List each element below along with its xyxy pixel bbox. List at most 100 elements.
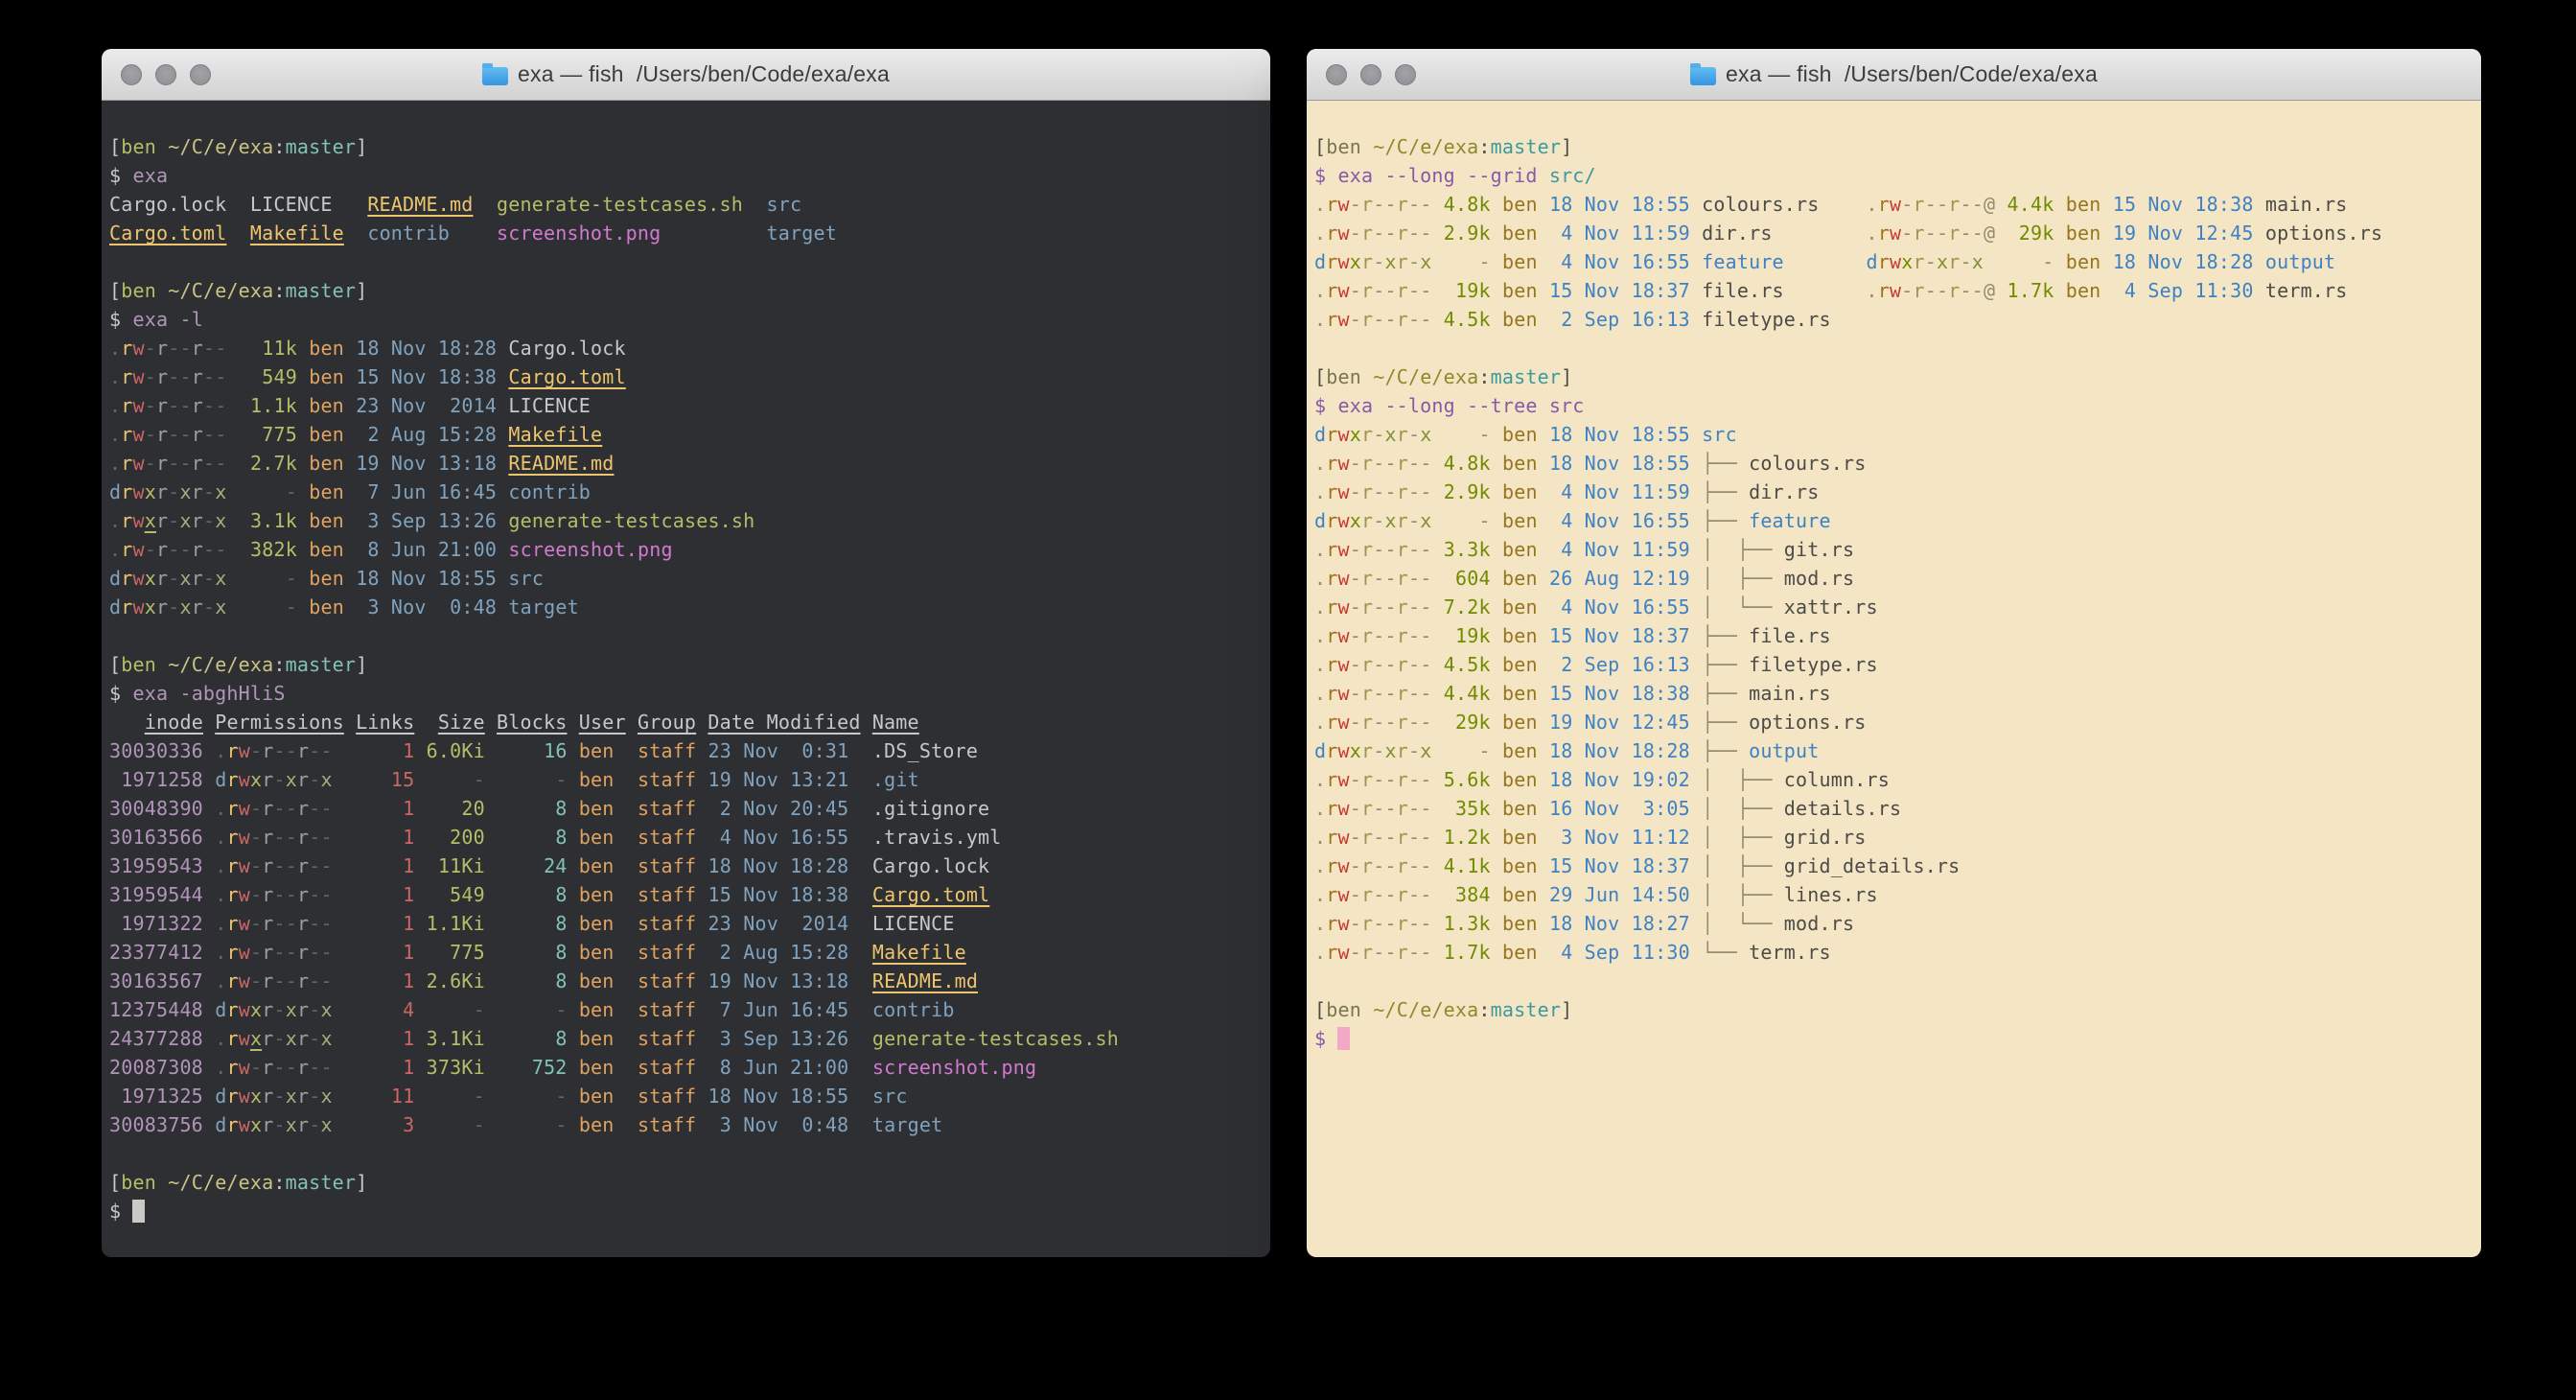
permission-char: .: [1314, 222, 1326, 245]
text-segment: target: [508, 595, 578, 618]
permission-char: -: [273, 1085, 285, 1108]
text-segment: [414, 1027, 426, 1050]
text-segment: ben: [309, 423, 344, 446]
text-segment: staff: [638, 1056, 696, 1079]
text-segment: [696, 941, 708, 964]
text-segment: └──: [1702, 941, 1749, 964]
permission-char: r: [1361, 222, 1373, 245]
permission-char: x: [1385, 423, 1397, 446]
permission-char: r: [262, 998, 273, 1021]
permission-char: -: [1937, 193, 1948, 216]
permission-char: -: [1350, 222, 1361, 245]
text-segment: [696, 854, 708, 877]
text-segment: ben: [579, 797, 615, 820]
permission-char: r: [1914, 193, 1925, 216]
terminal-screen[interactable]: [ben ~/C/e/exa:master]$ exaCargo.lock LI…: [102, 101, 1270, 1225]
terminal-line: 1971258 drwxr-xr-x 15 - - ben staff 19 N…: [109, 765, 1263, 794]
text-segment: ben: [121, 1171, 156, 1194]
text-segment: ben: [579, 1027, 615, 1050]
text-segment: [414, 1085, 473, 1108]
terminal-line: 1971322 .rw-r--r-- 1 1.1Ki 8 ben staff 2…: [109, 909, 1263, 938]
permission-char: .: [215, 854, 226, 877]
permission-char: -: [309, 1056, 320, 1079]
permission-char: -: [1373, 682, 1384, 705]
permission-char: -: [1420, 480, 1431, 503]
permission-char: x: [145, 480, 156, 503]
permission-char: .: [1314, 768, 1326, 791]
text-segment: 2 Sep 16:13: [1549, 308, 1690, 331]
permission-char: -: [1350, 653, 1361, 676]
permission-char: r: [297, 826, 309, 849]
permission-char: .: [215, 1056, 226, 1079]
permission-char: r: [1397, 567, 1408, 590]
permission-char: -: [1385, 279, 1397, 302]
text-segment: [1432, 653, 1444, 676]
text-segment: 1.2k: [1444, 826, 1491, 849]
text-segment: 18 Nov 18:55: [1549, 423, 1690, 446]
text-segment: ben: [1502, 653, 1538, 676]
permission-char: r: [1326, 222, 1337, 245]
text-segment: ]: [356, 279, 367, 302]
zoom-button[interactable]: [190, 64, 211, 85]
permission-char: d: [1314, 739, 1326, 762]
minimize-button[interactable]: [155, 64, 176, 85]
permission-char: .: [215, 912, 226, 935]
text-segment: [333, 1113, 403, 1136]
text-segment: [568, 1085, 579, 1108]
text-segment: [1690, 250, 1702, 273]
text-segment: term.rs: [1749, 941, 1831, 964]
terminal-screen[interactable]: [ben ~/C/e/exa:master]$ exa --long --gri…: [1307, 101, 2481, 1053]
permission-char: w: [1338, 595, 1350, 618]
close-button[interactable]: [1326, 64, 1347, 85]
text-segment: [1361, 998, 1373, 1021]
text-segment: ├──: [1702, 480, 1749, 503]
text-segment: 8: [555, 1027, 567, 1050]
text-segment: [1538, 624, 1549, 647]
text-segment: Blocks: [497, 711, 567, 734]
text-segment: :: [273, 279, 285, 302]
permission-char: w: [1338, 711, 1350, 734]
text-segment: [848, 797, 871, 820]
close-button[interactable]: [121, 64, 142, 85]
permission-char: .: [215, 883, 226, 906]
text-segment: [203, 912, 215, 935]
permission-char: w: [239, 969, 250, 992]
titlebar[interactable]: exa — fish /Users/ben/Code/exa/exa: [1307, 49, 2481, 101]
text-segment: 12375448: [109, 998, 203, 1021]
text-segment: [1432, 308, 1444, 331]
permission-char: -: [1420, 854, 1431, 877]
text-segment: screenshot.png: [508, 538, 672, 561]
text-segment: [344, 538, 356, 561]
permission-char: r: [1397, 653, 1408, 676]
text-segment: [203, 826, 215, 849]
text-segment: 18 Nov 18:55: [1549, 193, 1690, 216]
permission-char: -: [1972, 279, 1984, 302]
text-segment: .travis.yml: [872, 826, 1002, 849]
minimize-button[interactable]: [1360, 64, 1381, 85]
text-segment: [203, 883, 215, 906]
permission-char: d: [109, 567, 121, 590]
text-segment: dir.rs: [1749, 480, 1819, 503]
permission-char: -: [320, 826, 332, 849]
text-segment: Date Modified: [708, 711, 860, 734]
text-segment: 1: [403, 969, 414, 992]
text-segment: [1538, 538, 1549, 561]
text-segment: README.md: [872, 969, 978, 992]
text-segment: [1432, 567, 1455, 590]
permission-char: -: [1373, 797, 1384, 820]
text-segment: [1491, 941, 1502, 964]
permission-char: r: [1878, 193, 1890, 216]
titlebar[interactable]: exa — fish /Users/ben/Code/exa/exa: [102, 49, 1270, 101]
text-segment: [1995, 279, 2007, 302]
text-segment: [227, 337, 263, 360]
text-segment: 20087308: [109, 1056, 203, 1079]
zoom-button[interactable]: [1395, 64, 1416, 85]
text-segment: Name: [872, 711, 919, 734]
text-segment: 3.3k: [1444, 538, 1491, 561]
text-segment: [344, 711, 356, 734]
permission-char: r: [1361, 193, 1373, 216]
text-segment: 11Ki: [438, 854, 485, 877]
text-segment: ben: [579, 768, 615, 791]
permission-char: r: [121, 337, 132, 360]
permission-char: d: [1314, 250, 1326, 273]
